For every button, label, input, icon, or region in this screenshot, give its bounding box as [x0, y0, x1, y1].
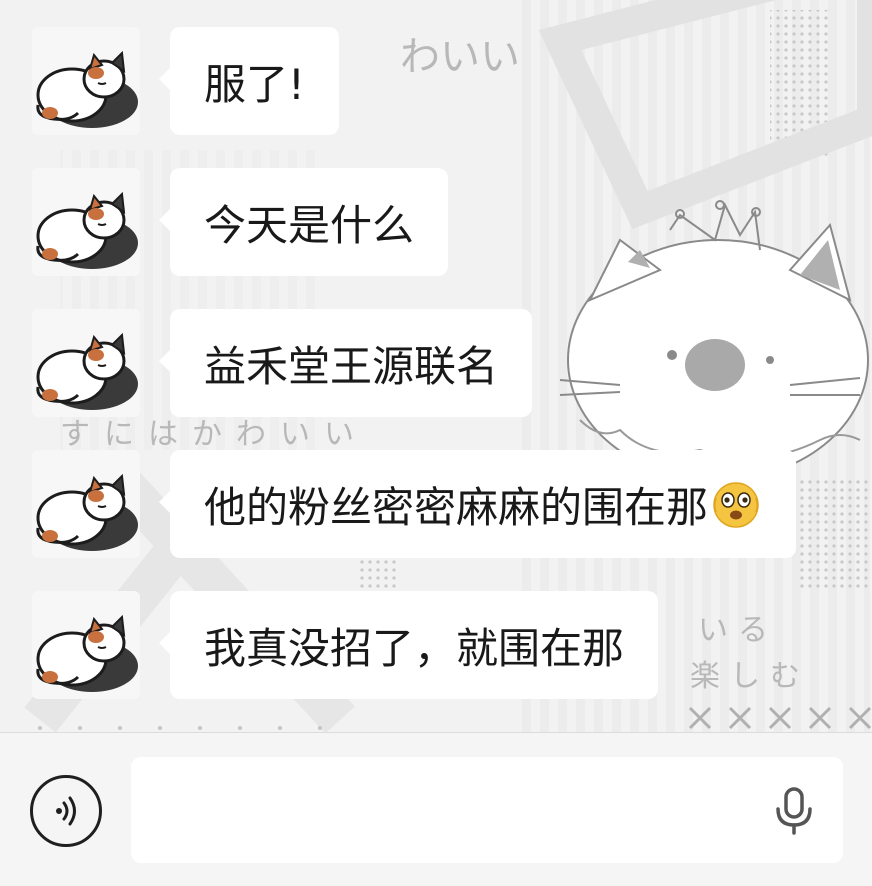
svg-text:わいい: わいい: [400, 34, 520, 80]
chat-input-bar: [0, 732, 872, 886]
message-text: 我真没招了，就围在那: [204, 623, 625, 673]
microphone-button[interactable]: [768, 785, 820, 837]
message-input[interactable]: [131, 757, 843, 863]
avatar[interactable]: [32, 27, 140, 135]
voice-wave-icon: [56, 796, 76, 826]
avatar[interactable]: [32, 168, 140, 276]
message-text: 他的粉丝密密麻麻的围在那: [204, 482, 709, 532]
avatar[interactable]: [32, 591, 140, 699]
message-text: 今天是什么: [204, 200, 415, 250]
svg-text:すにはかわいい: すにはかわいい: [60, 417, 368, 452]
message-bubble[interactable]: 益禾堂王源联名: [158, 309, 533, 417]
message-text: 服了!: [204, 59, 305, 109]
message-bubble[interactable]: 我真没招了，就围在那: [158, 591, 659, 699]
svg-text:いる: いる: [698, 613, 778, 648]
message-bubble[interactable]: 服了!: [159, 27, 339, 135]
avatar[interactable]: [32, 309, 140, 417]
shaking-face-icon: [713, 482, 759, 528]
chat-area[interactable]: わいい すにはかわいい いる 楽しむ 服了! 今天是什么 益禾堂王源联名 他的粉…: [0, 0, 872, 732]
message-text: 益禾堂王源联名: [204, 341, 499, 391]
microphone-icon: [776, 787, 812, 835]
voice-input-toggle-button[interactable]: [30, 775, 102, 847]
message-bubble[interactable]: 他的粉丝密密麻麻的围在那: [158, 450, 797, 558]
message-bubble[interactable]: 今天是什么: [158, 168, 449, 276]
svg-text:楽しむ: 楽しむ: [690, 659, 810, 694]
avatar[interactable]: [32, 450, 140, 558]
